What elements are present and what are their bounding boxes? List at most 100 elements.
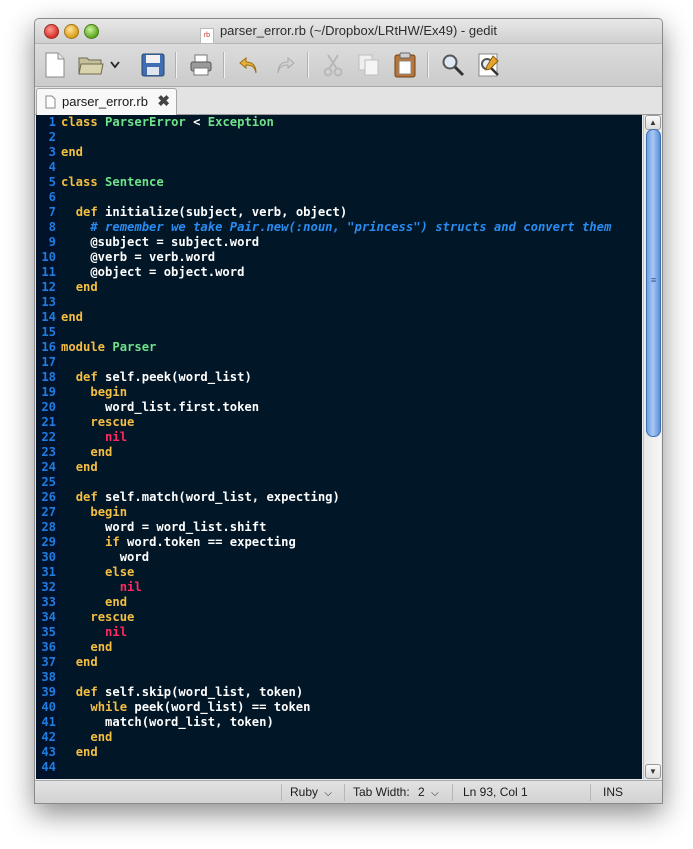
code-line[interactable]: 16 module Parser (36, 340, 642, 355)
toolbar-separator (175, 52, 177, 78)
code-line[interactable]: 11 @object = object.word (36, 265, 642, 280)
code-line[interactable]: 39 def self.skip(word_list, token) (36, 685, 642, 700)
code-line[interactable]: 15 (36, 325, 642, 340)
code-text: class Sentence (61, 175, 164, 189)
copy-icon[interactable] (355, 51, 383, 79)
code-line[interactable]: 20 word_list.first.token (36, 400, 642, 415)
code-text: end (61, 310, 84, 324)
paste-icon[interactable] (391, 51, 419, 79)
line-number: 14 (41, 310, 56, 324)
close-tab-icon[interactable]: ✖ (157, 92, 170, 110)
code-line[interactable]: 14 end (36, 310, 642, 325)
line-number: 36 (41, 640, 56, 654)
code-line[interactable]: 40 while peek(word_list) == token (36, 700, 642, 715)
status-divider (452, 784, 453, 801)
code-line[interactable]: 26 def self.match(word_list, expecting) (36, 490, 642, 505)
code-text: @verb = verb.word (61, 250, 216, 264)
code-line[interactable]: 33 end (36, 595, 642, 610)
code-line[interactable]: 18 def self.peek(word_list) (36, 370, 642, 385)
code-line[interactable]: 28 word = word_list.shift (36, 520, 642, 535)
line-number: 35 (41, 625, 56, 639)
code-line[interactable]: 38 (36, 670, 642, 685)
code-text: end (75, 745, 98, 759)
toolbar-separator (307, 52, 309, 78)
code-line[interactable]: 32 nil (36, 580, 642, 595)
code-line[interactable]: 8 # remember we take Pair.new(:noun, "pr… (36, 220, 642, 235)
language-selector[interactable]: Ruby ⌵ (290, 785, 332, 799)
code-line[interactable]: 27 begin (36, 505, 642, 520)
find-replace-icon[interactable] (475, 51, 503, 79)
line-number: 34 (41, 610, 56, 624)
tab-width-selector[interactable]: Tab Width: 2 ⌵ (353, 785, 439, 799)
line-number: 11 (41, 265, 56, 279)
code-line[interactable]: 4 (36, 160, 642, 175)
code-line[interactable]: 21 rescue (36, 415, 642, 430)
scroll-up-arrow[interactable]: ▲ (645, 115, 661, 130)
toolbar-separator (427, 52, 429, 78)
code-line[interactable]: 23 end (36, 445, 642, 460)
code-line[interactable]: 6 (36, 190, 642, 205)
open-folder-icon[interactable] (77, 51, 105, 79)
line-number: 8 (48, 220, 56, 234)
find-icon[interactable] (439, 51, 467, 79)
code-line[interactable]: 7 def initialize(subject, verb, object) (36, 205, 642, 220)
code-line[interactable]: 29 if word.token == expecting (36, 535, 642, 550)
line-number: 32 (41, 580, 56, 594)
code-line[interactable]: 30 word (36, 550, 642, 565)
line-number: 3 (48, 145, 56, 159)
scroll-thumb-grip: ≡ (650, 275, 657, 285)
code-line[interactable]: 3 end (36, 145, 642, 160)
tab-parser-error[interactable]: parser_error.rb ✖ (36, 88, 177, 115)
code-text: def self.skip(word_list, token) (75, 685, 304, 699)
code-line[interactable]: 9 @subject = subject.word (36, 235, 642, 250)
code-line[interactable]: 43 end (36, 745, 642, 760)
code-line[interactable]: 36 end (36, 640, 642, 655)
code-line[interactable]: 35 nil (36, 625, 642, 640)
code-text: class ParserError < Exception (61, 115, 274, 129)
code-line[interactable]: 22 nil (36, 430, 642, 445)
code-line[interactable]: 24 end (36, 460, 642, 475)
code-text: end (75, 655, 98, 669)
code-line[interactable]: 19 begin (36, 385, 642, 400)
code-text: end (75, 460, 98, 474)
ruby-file-icon: rb (199, 28, 214, 44)
code-line[interactable]: 41 match(word_list, token) (36, 715, 642, 730)
line-number: 25 (41, 475, 56, 489)
code-line[interactable]: 25 (36, 475, 642, 490)
code-line[interactable]: 13 (36, 295, 642, 310)
scroll-down-arrow[interactable]: ▼ (645, 764, 661, 779)
new-document-icon[interactable] (41, 51, 69, 79)
code-line[interactable]: 42 end (36, 730, 642, 745)
status-divider (344, 784, 345, 801)
line-number: 27 (41, 505, 56, 519)
language-label: Ruby (290, 785, 319, 799)
code-editor[interactable]: 1 class ParserError < Exception 2 3 end 4 5 cla… (36, 115, 642, 779)
code-line[interactable]: 2 (36, 130, 642, 145)
open-dropdown-icon[interactable] (107, 51, 123, 79)
chevron-down-icon: ⌵ (324, 788, 332, 799)
redo-icon[interactable] (271, 51, 299, 79)
tab-label: parser_error.rb (62, 94, 148, 109)
code-line[interactable]: 34 rescue (36, 610, 642, 625)
undo-icon[interactable] (235, 51, 263, 79)
vertical-scrollbar[interactable]: ▲ ≡ ▼ (643, 115, 661, 779)
code-line[interactable]: 37 end (36, 655, 642, 670)
code-text: nil (105, 625, 128, 639)
code-line[interactable]: 44 (36, 760, 642, 775)
code-text: word = word_list.shift (61, 520, 267, 534)
code-line[interactable]: 12 end (36, 280, 642, 295)
code-line[interactable]: 10 @verb = verb.word (36, 250, 642, 265)
save-icon[interactable] (139, 51, 167, 79)
line-number: 1 (48, 115, 56, 129)
code-text: if word.token == expecting (105, 535, 296, 549)
code-line[interactable]: 17 (36, 355, 642, 370)
code-line[interactable]: 5 class Sentence (36, 175, 642, 190)
print-icon[interactable] (187, 51, 215, 79)
code-line[interactable]: 31 else (36, 565, 642, 580)
code-text: match(word_list, token) (61, 715, 274, 729)
code-text: else (105, 565, 135, 579)
code-line[interactable]: 1 class ParserError < Exception (36, 115, 642, 130)
scroll-thumb[interactable]: ≡ (646, 129, 661, 437)
cut-icon[interactable] (319, 51, 347, 79)
line-number: 13 (41, 295, 56, 309)
